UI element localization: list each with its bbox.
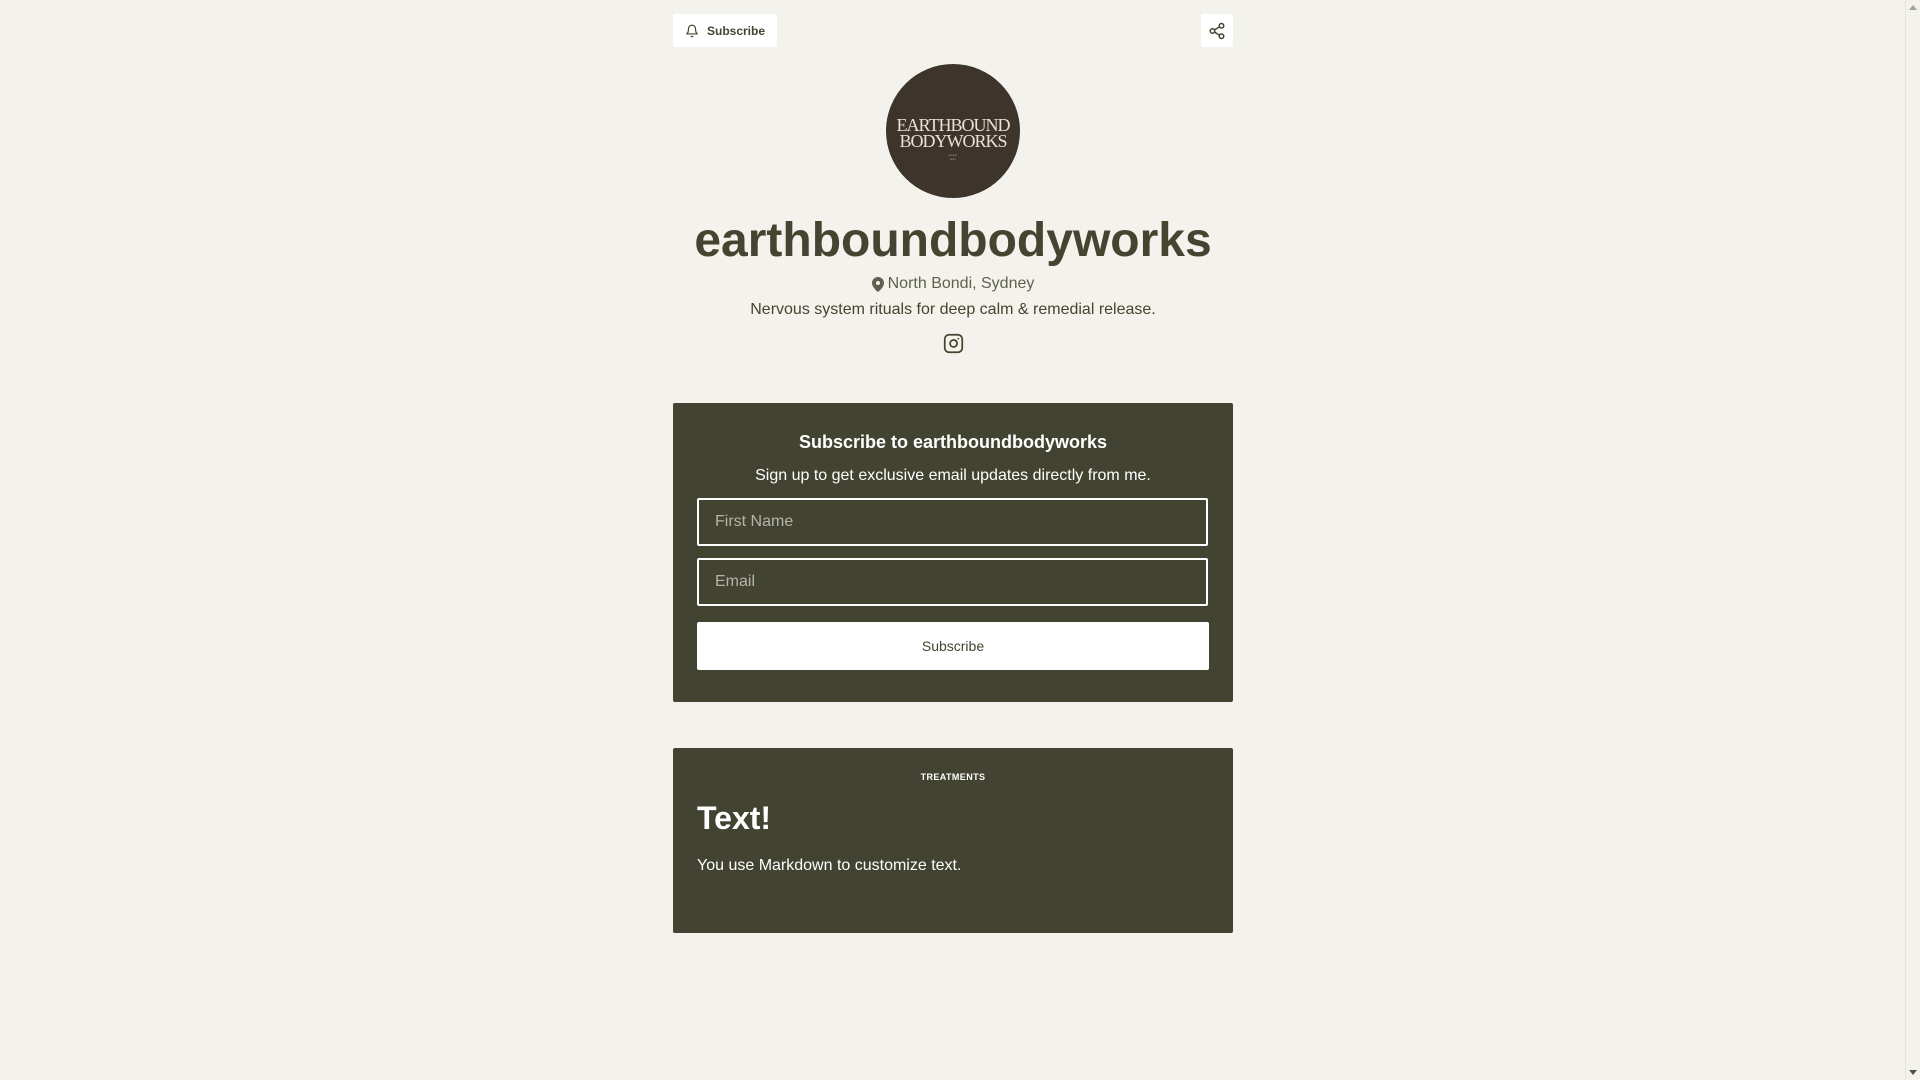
text-card-section-label: TREATMENTS: [920, 772, 986, 782]
page: Subscribe EARTHBOUND BODYWORKS ▪▪▪▪▪▪ ▪▪▪…: [0, 0, 1905, 1080]
social-links: [673, 332, 1233, 354]
bell-icon: [685, 24, 699, 38]
instagram-icon: [943, 333, 964, 354]
scroll-down-arrow-icon[interactable]: [1909, 1070, 1917, 1075]
first-name-input[interactable]: [697, 498, 1208, 546]
instagram-link[interactable]: [942, 332, 964, 354]
location-text: North Bondi, Sydney: [887, 275, 1035, 292]
map-pin-icon: [871, 276, 884, 292]
header-subscribe-label: Subscribe: [706, 23, 766, 38]
vertical-scrollbar[interactable]: [1905, 0, 1920, 1080]
share-button[interactable]: [1201, 14, 1233, 47]
scroll-up-arrow-icon[interactable]: [1909, 5, 1917, 10]
bio: Nervous system rituals for deep calm & r…: [750, 301, 1156, 318]
subscribe-card: Subscribe to earthboundbodyworks Sign up…: [673, 403, 1233, 702]
share-icon: [1208, 22, 1226, 40]
avatar: EARTHBOUND BODYWORKS ▪▪▪▪▪▪ ▪▪▪▪: [886, 64, 1020, 198]
text-card-heading: Text!: [697, 800, 772, 836]
avatar-logo-line2: BODYWORKS: [899, 131, 1007, 151]
scrollbar-thumb[interactable]: [1909, 16, 1917, 1062]
subscribe-card-title: Subscribe to earthboundbodyworks: [798, 432, 1108, 452]
profile-column: Subscribe EARTHBOUND BODYWORKS ▪▪▪▪▪▪ ▪▪▪…: [673, 0, 1233, 933]
subscribe-submit-button[interactable]: Subscribe: [697, 622, 1209, 670]
subscribe-card-description: Sign up to get exclusive email updates d…: [755, 467, 1151, 484]
header-subscribe-button[interactable]: Subscribe: [673, 14, 777, 47]
text-card: TREATMENTS Text! You use Markdown to cus…: [673, 748, 1233, 933]
email-input[interactable]: [697, 558, 1208, 606]
top-bar: Subscribe: [673, 0, 1233, 64]
avatar-logo-fine-print: ▪▪▪▪▪▪ ▪▪▪▪: [948, 153, 958, 161]
text-card-body: You use Markdown to customize text.: [697, 857, 962, 874]
location: North Bondi, Sydney: [673, 275, 1233, 293]
profile-name: earthboundbodyworks: [694, 214, 1212, 267]
